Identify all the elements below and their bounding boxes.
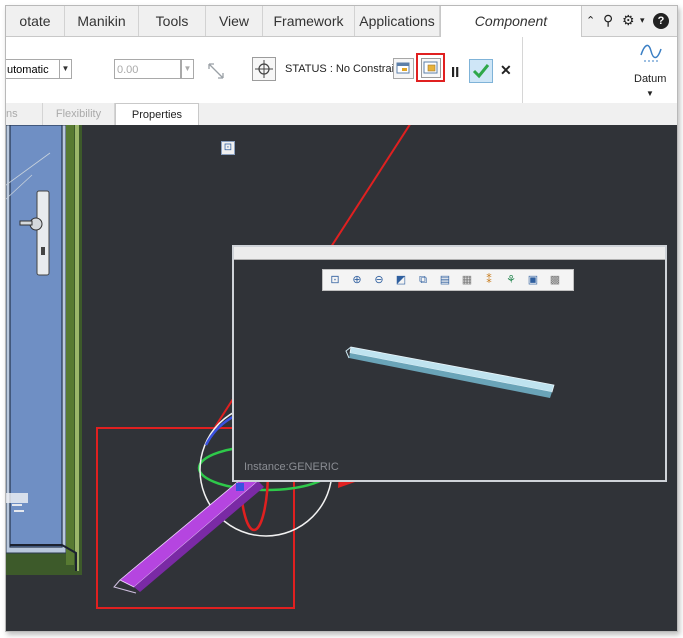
chevron-down-icon[interactable]: ▾ xyxy=(640,15,645,26)
keyhole xyxy=(41,247,45,255)
tab-view[interactable]: View xyxy=(206,6,263,36)
separate-window-button[interactable] xyxy=(393,58,414,79)
placement-options-button[interactable] xyxy=(252,57,276,81)
tab-properties[interactable]: Properties xyxy=(115,103,199,126)
rail-origin xyxy=(236,483,244,491)
tab-framework[interactable]: Framework xyxy=(263,6,355,36)
tab-placement[interactable]: ns xyxy=(6,103,43,125)
tab-component-placement[interactable]: Component Placement xyxy=(440,6,582,59)
door-tag xyxy=(6,493,28,503)
app-window: otate Manikin Tools View Framework Appli… xyxy=(5,5,678,632)
tab-manikin[interactable]: Manikin xyxy=(65,6,139,36)
flip-constraint-icon[interactable] xyxy=(206,61,226,81)
cancel-button[interactable]: ✕ xyxy=(500,62,512,79)
chevron-up-icon[interactable]: ⌃ xyxy=(586,14,595,27)
door-lever xyxy=(19,220,33,226)
settings-icon[interactable]: ⚙ xyxy=(622,12,635,29)
chevron-down-icon[interactable]: ▼ xyxy=(181,59,194,79)
move-icon xyxy=(255,60,273,78)
datum-icon[interactable] xyxy=(638,41,664,65)
door-lock-plate xyxy=(36,190,50,276)
offset-input[interactable]: 0.00 xyxy=(114,59,181,79)
zoom-fit-icon[interactable]: ⊡ xyxy=(221,141,235,155)
checkmark-icon xyxy=(472,64,490,79)
door-trim xyxy=(75,125,79,571)
separate-window-icon xyxy=(396,62,410,74)
help-icon[interactable]: ? xyxy=(653,13,669,29)
preview-rail xyxy=(349,346,555,393)
tab-applications[interactable]: Applications xyxy=(355,6,440,36)
graphics-area[interactable]: ⊡ ⊕ ⊖ ◩ ⧉ ▤ ▦ ⁑ ⚘ ▣ ▩ Instance:GENERIC ⊡ xyxy=(6,125,677,631)
constraint-status: STATUS : No Constraints xyxy=(285,63,409,75)
component-window-icon xyxy=(423,61,438,74)
datum-label[interactable]: Datum xyxy=(634,73,666,85)
component-preview xyxy=(345,346,555,398)
panel-tabs: ns Flexibility Properties xyxy=(6,103,677,126)
current-window-highlight xyxy=(416,53,445,82)
preview-rail-side xyxy=(349,353,552,398)
ribbon-tab-bar: otate Manikin Tools View Framework Appli… xyxy=(6,6,677,59)
confirm-button[interactable] xyxy=(469,59,493,83)
ribbon-divider xyxy=(522,37,523,103)
tab-tools[interactable]: Tools xyxy=(139,6,206,36)
chevron-down-icon[interactable]: ▼ xyxy=(646,89,654,98)
tab-annotate[interactable]: otate xyxy=(6,6,65,36)
component-window[interactable]: ⊡ ⊕ ⊖ ◩ ⧉ ▤ ▦ ⁑ ⚘ ▣ ▩ Instance:GENERIC xyxy=(232,245,667,482)
pause-button[interactable]: II xyxy=(451,64,459,81)
rail-component-side xyxy=(134,481,264,592)
tab-flexibility[interactable]: Flexibility xyxy=(43,103,115,125)
rail-component xyxy=(119,474,259,588)
instance-label: Instance:GENERIC xyxy=(244,461,339,473)
ribbon-panel: utomatic ▼ 0.00 ▼ STATUS : No Constraint… xyxy=(6,37,677,104)
constraint-type-dropdown[interactable]: utomatic xyxy=(6,59,62,79)
door-jamb xyxy=(66,125,74,565)
current-window-button[interactable] xyxy=(421,58,441,78)
search-icon[interactable]: ⚲ xyxy=(603,12,613,29)
chevron-down-icon[interactable]: ▼ xyxy=(59,59,72,79)
